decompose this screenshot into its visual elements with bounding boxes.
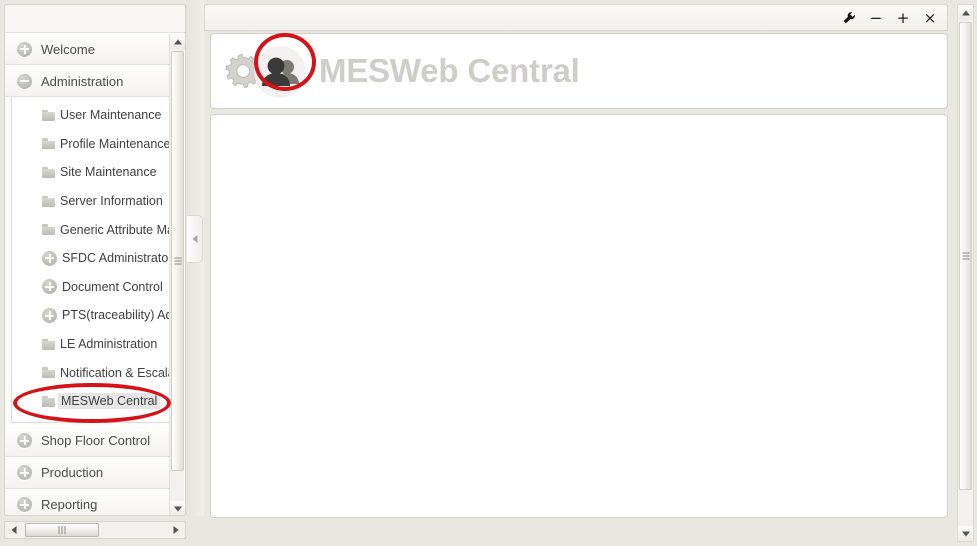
- page-header-panel: MESWeb Central: [210, 33, 948, 109]
- sidebar-top-spacer: [5, 5, 185, 33]
- scrollbar-thumb[interactable]: [171, 51, 184, 471]
- main-region: − + × MESWeb Central: [204, 0, 977, 546]
- scroll-down-button[interactable]: [958, 526, 973, 541]
- plus-circle-icon: [17, 497, 32, 513]
- chevron-left-icon: [192, 235, 197, 243]
- plus-circle-icon: [17, 41, 32, 57]
- sidebar-item-generic-attribute-main[interactable]: Generic Attribute Main: [12, 215, 174, 244]
- folder-icon: [42, 395, 55, 407]
- sidebar-item-mesweb-central[interactable]: MESWeb Central: [12, 387, 174, 416]
- window-titlebar: − + ×: [204, 4, 948, 31]
- sidebar-item-label: SFDC Administrator: [62, 251, 173, 266]
- sidebar-horizontal-scrollbar[interactable]: [4, 521, 186, 539]
- sidebar-item-label: Server Information: [60, 194, 163, 209]
- sidebar-group-label: Shop Floor Control: [41, 433, 151, 449]
- sidebar-item-notification-escalatio[interactable]: Notification & Escalatio: [12, 358, 174, 387]
- sidebar-item-sfdc-administrator[interactable]: SFDC Administrator: [12, 244, 174, 273]
- sidebar-group-shop-floor-control[interactable]: Shop Floor Control: [5, 424, 177, 457]
- sidebar-item-site-maintenance[interactable]: Site Maintenance: [12, 158, 174, 187]
- sidebar-item-label: PTS(traceability) Admin: [62, 308, 174, 323]
- grip-icon: [962, 252, 969, 260]
- accordion-menu: Welcome Administration User Maintenance Pro…: [5, 33, 177, 515]
- scrollbar-thumb[interactable]: [959, 22, 972, 490]
- plus-circle-icon: [17, 465, 32, 481]
- page-title: MESWeb Central: [319, 52, 580, 89]
- minus-circle-icon: [17, 73, 32, 89]
- sidebar-item-label: LE Administration: [60, 337, 158, 352]
- main-vertical-scrollbar[interactable]: [957, 4, 974, 542]
- arrow-up-icon: [173, 39, 182, 44]
- close-button[interactable]: ×: [923, 10, 937, 25]
- folder-icon: [42, 138, 55, 150]
- sidebar-item-pts-traceability-admin[interactable]: PTS(traceability) Admin: [12, 301, 174, 330]
- scroll-left-button[interactable]: [6, 522, 22, 538]
- folder-icon: [42, 338, 55, 350]
- arrow-down-icon: [173, 506, 182, 511]
- application-window: Welcome Administration User Maintenance Pro…: [0, 0, 977, 546]
- minimize-button[interactable]: −: [869, 10, 883, 25]
- grip-icon: [174, 257, 181, 265]
- folder-icon: [42, 109, 55, 121]
- sidebar-group-production[interactable]: Production: [5, 456, 177, 489]
- plus-circle-icon: [42, 279, 57, 295]
- navigation-sidebar: Welcome Administration User Maintenance Pro…: [0, 0, 204, 546]
- sidebar-vertical-scrollbar[interactable]: [169, 34, 185, 515]
- plus-circle-icon: [42, 250, 57, 266]
- scroll-up-button[interactable]: [958, 5, 973, 20]
- sidebar-item-label: Generic Attribute Main: [60, 222, 174, 237]
- folder-icon: [42, 166, 55, 178]
- sidebar-item-le-administration[interactable]: LE Administration: [12, 330, 174, 359]
- plus-circle-icon: [17, 433, 32, 449]
- sidebar-group-label: Administration: [41, 73, 124, 89]
- wrench-icon[interactable]: [842, 11, 856, 25]
- arrow-left-icon: [11, 526, 17, 534]
- plus-circle-icon: [42, 307, 57, 323]
- grip-icon: [58, 526, 66, 534]
- sidebar-group-label: Production: [41, 465, 104, 481]
- panel-splitter[interactable]: [186, 0, 204, 516]
- sidebar-frame: Welcome Administration User Maintenance Pro…: [4, 4, 186, 516]
- sidebar-item-label: Profile Maintenance: [60, 136, 171, 151]
- page-content-area: [210, 114, 948, 518]
- arrow-down-icon: [961, 531, 970, 536]
- folder-icon: [42, 195, 55, 207]
- collapse-sidebar-handle[interactable]: [187, 215, 203, 263]
- sidebar-group-label: Welcome: [41, 41, 95, 57]
- folder-icon: [42, 367, 55, 379]
- sidebar-group-reporting[interactable]: Reporting: [5, 488, 177, 515]
- wrench-glyph: [843, 11, 855, 23]
- sidebar-item-label: Site Maintenance: [60, 165, 157, 180]
- maximize-button[interactable]: +: [896, 10, 910, 25]
- scroll-up-button[interactable]: [170, 34, 185, 49]
- sidebar-group-body: User Maintenance Profile Maintenance Site …: [11, 97, 175, 423]
- sidebar-item-label: User Maintenance: [60, 108, 162, 123]
- sidebar-item-label: MESWeb Central: [58, 393, 161, 410]
- scrollbar-thumb-horizontal[interactable]: [25, 523, 99, 537]
- sidebar-group-administration[interactable]: Administration: [5, 65, 177, 97]
- sidebar-item-label: Document Control: [62, 279, 163, 294]
- sidebar-group-welcome[interactable]: Welcome: [5, 33, 177, 65]
- sidebar-group-label: Reporting: [41, 497, 98, 513]
- arrow-up-icon: [961, 10, 970, 15]
- arrow-right-icon: [173, 526, 179, 534]
- sidebar-item-document-control[interactable]: Document Control: [12, 273, 174, 302]
- header-icon-group: [223, 43, 319, 99]
- sidebar-item-label: Notification & Escalatio: [60, 365, 174, 380]
- users-icon: [254, 46, 306, 98]
- scroll-down-button[interactable]: [170, 501, 185, 515]
- sidebar-item-profile-maintenance[interactable]: Profile Maintenance: [12, 130, 174, 159]
- sidebar-item-user-maintenance[interactable]: User Maintenance: [12, 101, 174, 130]
- scroll-right-button[interactable]: [168, 522, 184, 538]
- folder-icon: [42, 224, 55, 236]
- sidebar-item-server-information[interactable]: Server Information: [12, 187, 174, 216]
